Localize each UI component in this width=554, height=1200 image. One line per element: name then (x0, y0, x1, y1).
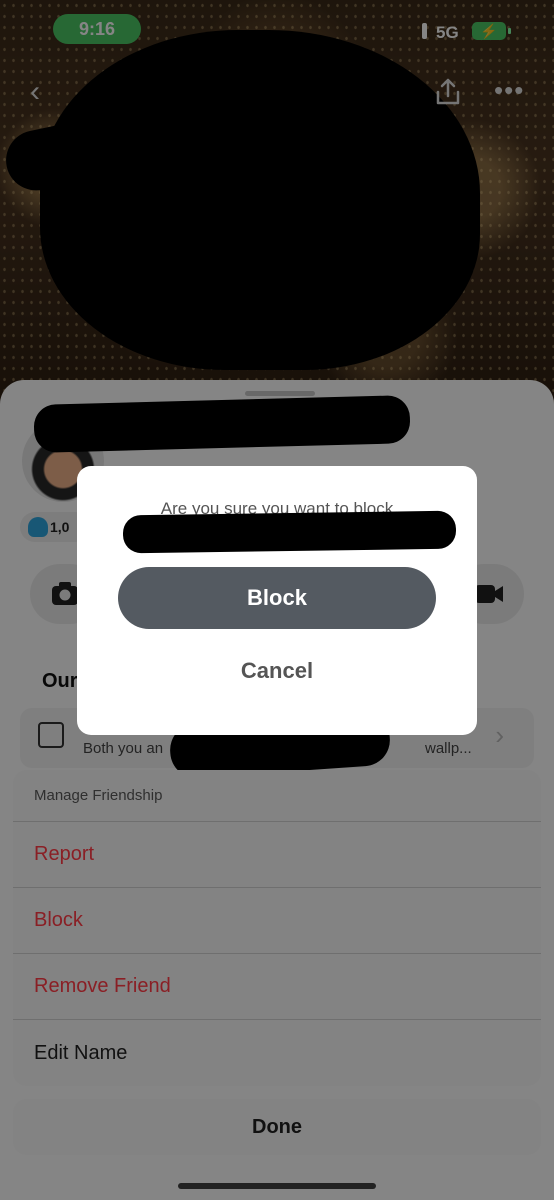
block-option[interactable]: Block (13, 888, 541, 954)
manage-friendship-sheet: Manage Friendship Report Block Remove Fr… (13, 770, 541, 1086)
block-confirm-dialog: Are you sure you want to block Block Can… (77, 466, 477, 735)
confirm-block-button[interactable]: Block (118, 567, 436, 629)
home-indicator[interactable] (178, 1183, 376, 1189)
redaction-mark (122, 510, 457, 554)
sheet-header: Manage Friendship (13, 770, 541, 822)
cancel-button[interactable]: Cancel (118, 646, 436, 696)
edit-name-option[interactable]: Edit Name (13, 1020, 541, 1086)
report-option[interactable]: Report (13, 822, 541, 888)
remove-friend-option[interactable]: Remove Friend (13, 954, 541, 1020)
done-button[interactable]: Done (13, 1099, 541, 1155)
